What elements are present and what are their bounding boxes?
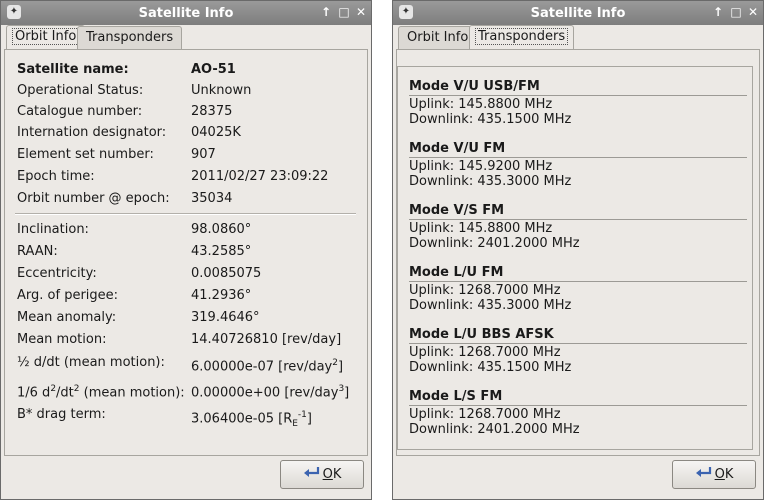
maximize-icon[interactable]: □ xyxy=(729,5,743,19)
title-bar[interactable]: ✦ Satellite Info ↑ □ ✕ xyxy=(1,1,371,25)
info-row-status: Operational Status: Unknown xyxy=(17,83,252,98)
divider xyxy=(15,213,356,215)
tab-orbit-info[interactable]: Orbit Info xyxy=(398,26,478,49)
orbit-info-panel: Satellite name: AO-51 Operational Status:… xyxy=(4,49,368,456)
elem-row-first-derivative: ½ d/dt (mean motion): 6.00000e-07 [rev/d… xyxy=(17,355,344,375)
transponder-list-frame: Mode V/U USB/FM Uplink: 145.8800 MHz Down… xyxy=(397,66,753,450)
transponder-mode-item: Mode V/U FM Uplink: 145.9200 MHz Downlink… xyxy=(409,141,749,189)
elem-row-mean-anomaly: Mean anomaly: 319.4646° xyxy=(17,310,260,325)
elem-row-perigee: Arg. of perigee: 41.2936° xyxy=(17,288,252,303)
info-row-orbit-number: Orbit number @ epoch: 35034 xyxy=(17,191,233,206)
close-icon[interactable]: ✕ xyxy=(746,5,760,19)
elem-row-mean-motion: Mean motion: 14.40726810 [rev/day] xyxy=(17,332,342,347)
ok-button[interactable]: OK xyxy=(672,460,756,489)
transponder-mode-item: Mode L/U BBS AFSK Uplink: 1268.7000 MHz D… xyxy=(409,327,749,375)
transponder-mode-item: Mode L/U FM Uplink: 1268.7000 MHz Downlin… xyxy=(409,265,749,313)
info-row-epoch: Epoch time: 2011/02/27 23:09:22 xyxy=(17,169,329,184)
close-icon[interactable]: ✕ xyxy=(354,5,368,19)
tab-transponders[interactable]: Transponders xyxy=(77,26,183,49)
transponder-mode-item: Mode L/S FM Uplink: 1268.7000 MHz Downlin… xyxy=(409,389,749,437)
return-arrow-icon xyxy=(303,467,319,477)
keep-above-icon[interactable]: ↑ xyxy=(711,5,725,19)
tab-orbit-info[interactable]: Orbit Info xyxy=(6,25,86,50)
transponder-mode-item: Mode V/U USB/FM Uplink: 145.8800 MHz Down… xyxy=(409,79,749,127)
window-title: Satellite Info xyxy=(138,6,234,21)
window-title: Satellite Info xyxy=(530,6,626,21)
transponder-mode-item: Mode V/S FM Uplink: 145.8800 MHz Downlink… xyxy=(409,203,749,251)
title-bar[interactable]: ✦ Satellite Info ↑ □ ✕ xyxy=(393,1,763,25)
elem-row-second-derivative: 1/6 d2/dt2 (mean motion): 0.00000e+00 [r… xyxy=(17,384,350,401)
info-row-element-set: Element set number: 907 xyxy=(17,147,216,162)
keep-above-icon[interactable]: ↑ xyxy=(319,5,333,19)
elem-row-raan: RAAN: 43.2585° xyxy=(17,244,252,259)
return-arrow-icon xyxy=(695,467,711,477)
elem-row-drag-term: B* drag term: 3.06400e-05 [RE-1] xyxy=(17,407,312,429)
info-row-designator: Internation designator: 04025K xyxy=(17,125,241,140)
elem-row-eccentricity: Eccentricity: 0.0085075 xyxy=(17,266,262,281)
ok-button[interactable]: OK xyxy=(280,460,364,489)
maximize-icon[interactable]: □ xyxy=(337,5,351,19)
info-row-satellite-name: Satellite name: AO-51 xyxy=(17,62,236,77)
info-row-catalogue: Catalogue number: 28375 xyxy=(17,104,233,119)
tab-transponders[interactable]: Transponders xyxy=(469,25,575,50)
elem-row-inclination: Inclination: 98.0860° xyxy=(17,222,252,237)
satellite-info-window-orbit: ✦ Satellite Info ↑ □ ✕ Orbit Info Transp… xyxy=(0,0,372,500)
